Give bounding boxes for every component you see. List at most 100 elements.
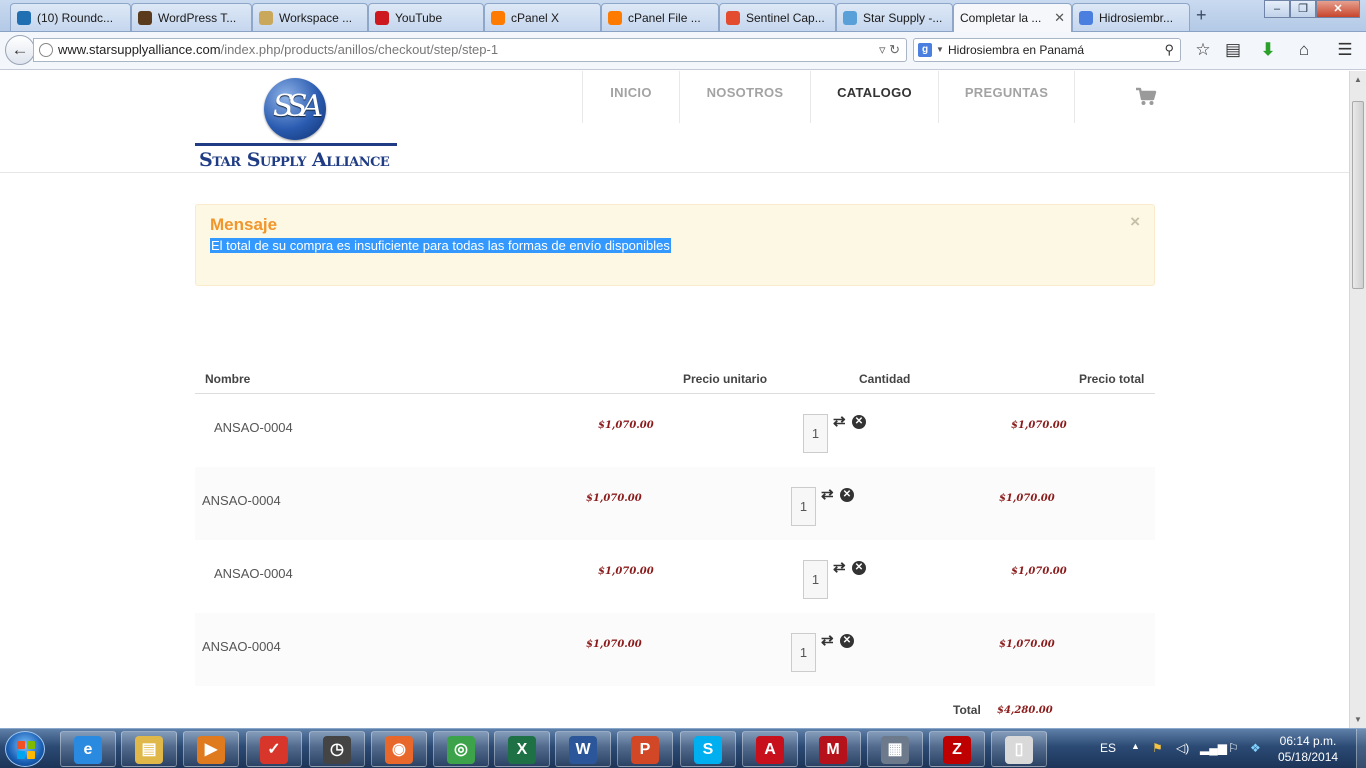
logo-underline xyxy=(195,143,397,146)
scrollbar-thumb[interactable] xyxy=(1352,101,1364,289)
google-icon xyxy=(1079,10,1093,25)
nav-item-preguntas[interactable]: PREGUNTAS xyxy=(939,71,1075,123)
security-icon[interactable]: ⚑ xyxy=(1152,741,1163,755)
word-taskbar-button[interactable]: W xyxy=(555,731,611,767)
scroll-down-icon[interactable]: ▼ xyxy=(1354,715,1362,724)
quantity-input[interactable]: 1 xyxy=(803,560,828,599)
dropbox-icon[interactable]: ❖ xyxy=(1250,741,1261,755)
acrobat-taskbar-button[interactable]: A xyxy=(742,731,798,767)
remove-item-icon[interactable]: ✕ xyxy=(840,488,854,502)
alert-close-icon[interactable]: × xyxy=(1130,212,1140,232)
close-window-button[interactable]: ✕ xyxy=(1316,0,1360,18)
new-tab-button[interactable]: + xyxy=(1196,5,1207,26)
dropdown-arrow-icon[interactable]: ▿ xyxy=(879,42,886,57)
chrome-taskbar-button[interactable]: ◎ xyxy=(433,731,489,767)
table-row: ANSAO-0004 $1,070.00 1 ⇄ ✕ $1,070.00 xyxy=(195,540,1155,613)
page-scrollbar[interactable]: ▲ ▼ xyxy=(1349,71,1366,728)
logo-monogram: SSA xyxy=(272,89,323,124)
remove-item-icon[interactable]: ✕ xyxy=(852,561,866,575)
product-name[interactable]: ANSAO-0004 xyxy=(202,639,281,654)
calculator-taskbar-button[interactable]: ▦ xyxy=(867,731,923,767)
nav-item-inicio[interactable]: INICIO xyxy=(583,71,680,123)
product-name[interactable]: ANSAO-0004 xyxy=(214,566,293,581)
show-desktop-button[interactable] xyxy=(1356,729,1366,768)
language-indicator[interactable]: ES xyxy=(1100,741,1116,755)
internet-explorer-taskbar-button[interactable]: e xyxy=(60,731,116,767)
volume-icon[interactable]: ◁) xyxy=(1176,741,1189,755)
quantity-input[interactable]: 1 xyxy=(791,633,816,672)
file-explorer-taskbar-button[interactable]: ▤ xyxy=(121,731,177,767)
browser-tab[interactable]: (10) Roundc... xyxy=(10,3,131,31)
browser-tab[interactable]: Workspace ... xyxy=(252,3,368,31)
minimize-button[interactable]: ‒ xyxy=(1264,0,1290,18)
browser-tab[interactable]: cPanel X xyxy=(484,3,601,31)
address-bar[interactable]: www.starsupplyalliance.com/index.php/pro… xyxy=(33,38,907,62)
browser-tab[interactable]: Completar la ... ✕ xyxy=(953,3,1072,32)
menu-icon[interactable]: ☰ xyxy=(1334,40,1356,60)
table-row: ANSAO-0004 $1,070.00 1 ⇄ ✕ $1,070.00 xyxy=(195,613,1155,686)
browser-tab[interactable]: Star Supply -... xyxy=(836,3,953,31)
notepad-taskbar-button[interactable]: ▯ xyxy=(991,731,1047,767)
clock-taskbar-button[interactable]: ◷ xyxy=(309,731,365,767)
home-icon[interactable]: ⌂ xyxy=(1293,40,1315,60)
search-icon[interactable]: ⚲ xyxy=(1164,39,1174,61)
back-arrow-icon: ← xyxy=(11,40,29,59)
back-button[interactable]: ← xyxy=(5,35,35,65)
tab-label: (10) Roundc... xyxy=(37,10,114,25)
downloads-icon[interactable]: ⬇ xyxy=(1257,40,1279,60)
quantity-input[interactable]: 1 xyxy=(803,414,828,453)
url-host: www.starsupplyalliance.com xyxy=(58,42,221,57)
media-player-taskbar-button[interactable]: ▶ xyxy=(183,731,239,767)
google-icon[interactable]: g xyxy=(918,43,932,57)
roundcube-icon xyxy=(17,10,31,25)
browser-tab[interactable]: WordPress T... xyxy=(131,3,252,31)
reload-icon[interactable]: ↻ xyxy=(889,42,900,57)
cart-total-row: Total $4,280.00 xyxy=(195,701,1155,721)
update-quantity-icon[interactable]: ⇄ xyxy=(833,412,846,430)
network-icon[interactable]: ▂▄▆ xyxy=(1200,741,1227,755)
bookmark-star-icon[interactable]: ☆ xyxy=(1192,40,1214,60)
system-clock[interactable]: 06:14 p.m. 05/18/2014 xyxy=(1278,733,1338,765)
excel-taskbar-button[interactable]: X xyxy=(494,731,550,767)
line-total: $1,070.00 xyxy=(999,639,1055,650)
update-quantity-icon[interactable]: ⇄ xyxy=(833,558,846,576)
product-name[interactable]: ANSAO-0004 xyxy=(214,420,293,435)
skype-taskbar-button[interactable]: S xyxy=(680,731,736,767)
clock-icon: ◷ xyxy=(323,736,351,764)
remove-item-icon[interactable]: ✕ xyxy=(840,634,854,648)
browser-tab[interactable]: YouTube xyxy=(368,3,484,31)
update-quantity-icon[interactable]: ⇄ xyxy=(821,631,834,649)
firefox-taskbar-button[interactable]: ◉ xyxy=(371,731,427,767)
total-label: Total xyxy=(953,703,981,717)
search-box[interactable]: g ▼ Hidrosiembra en Panamá ⚲ xyxy=(913,38,1181,62)
search-engine-dropdown-icon[interactable]: ▼ xyxy=(936,39,944,61)
quantity-input[interactable]: 1 xyxy=(791,487,816,526)
nav-item-catalogo[interactable]: CATALOGO xyxy=(811,71,939,123)
scroll-up-icon[interactable]: ▲ xyxy=(1354,75,1362,84)
close-tab-icon[interactable]: ✕ xyxy=(1050,10,1065,26)
update-quantity-icon[interactable]: ⇄ xyxy=(821,485,834,503)
mcafee-taskbar-button[interactable]: M xyxy=(805,731,861,767)
nav-item-nosotros[interactable]: NOSOTROS xyxy=(680,71,811,123)
browser-tab[interactable]: Sentinel Cap... xyxy=(719,3,836,31)
table-row: ANSAO-0004 $1,070.00 1 ⇄ ✕ $1,070.00 xyxy=(195,467,1155,540)
powerpoint-taskbar-button[interactable]: P xyxy=(617,731,673,767)
remove-item-icon[interactable]: ✕ xyxy=(852,415,866,429)
action-center-icon[interactable]: ⚐ xyxy=(1228,741,1239,755)
search-query: Hidrosiembra en Panamá xyxy=(948,43,1085,57)
site-logo[interactable]: SSA Star Supply Alliance xyxy=(195,75,397,171)
web-page: SSA Star Supply Alliance INICIO NOSOTROS C… xyxy=(0,71,1349,728)
youtube-icon xyxy=(375,10,389,25)
browser-tab[interactable]: Hidrosiembr... xyxy=(1072,3,1190,31)
show-hidden-icons-icon[interactable]: ▲ xyxy=(1131,741,1140,751)
maximize-button[interactable]: ❐ xyxy=(1290,0,1316,18)
cart-icon[interactable] xyxy=(1135,87,1157,107)
browser-tab[interactable]: cPanel File ... xyxy=(601,3,719,31)
product-name[interactable]: ANSAO-0004 xyxy=(202,493,281,508)
start-button[interactable] xyxy=(5,731,45,767)
todoist-taskbar-button[interactable]: ✓ xyxy=(246,731,302,767)
logo-name: Star Supply Alliance xyxy=(199,149,390,171)
filezilla-taskbar-button[interactable]: Z xyxy=(929,731,985,767)
bookmarks-list-icon[interactable]: ▤ xyxy=(1222,40,1244,60)
joomla-icon xyxy=(843,10,857,25)
